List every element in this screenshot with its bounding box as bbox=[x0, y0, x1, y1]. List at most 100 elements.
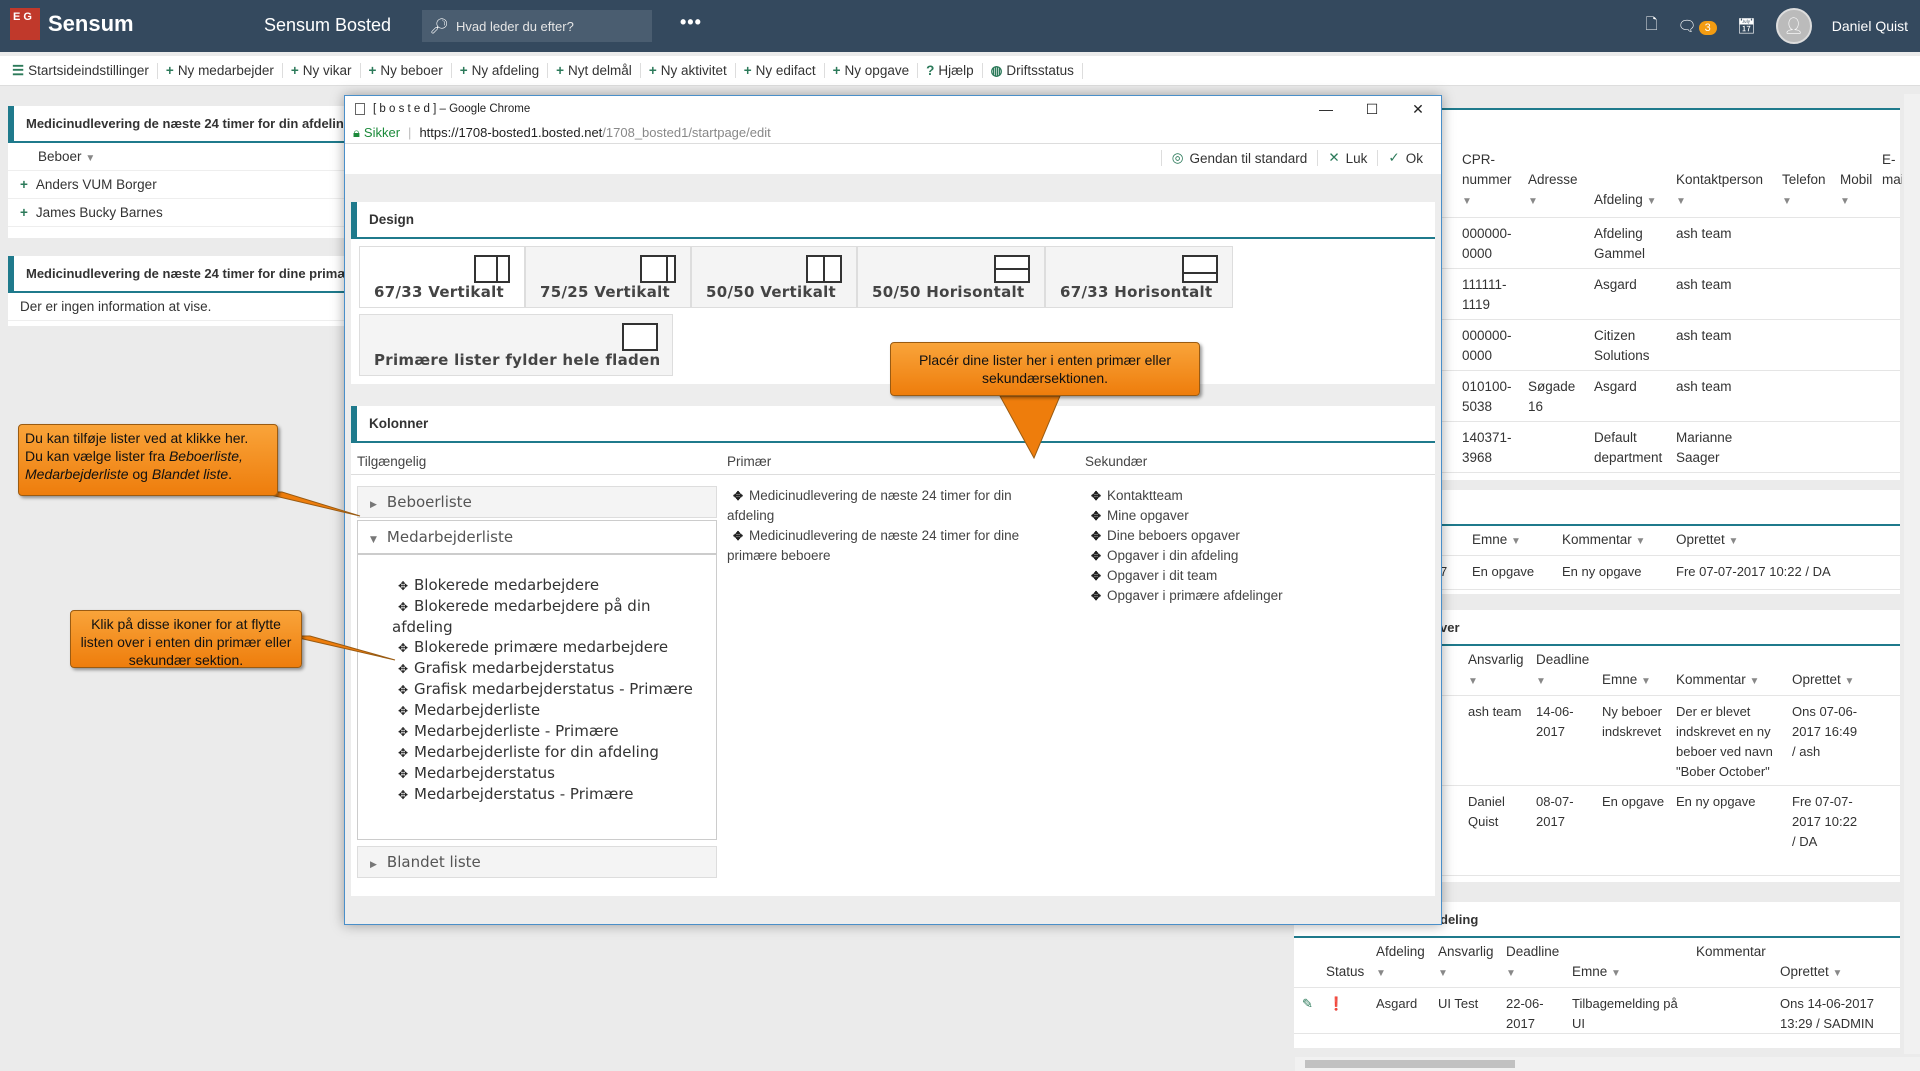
table-row[interactable]: ✎ ❗ Asgard UI Test 22-06-2017 Tilbagemel… bbox=[1294, 988, 1900, 1034]
move-icon[interactable]: ✥ bbox=[1085, 526, 1107, 546]
column-header-kontakt[interactable]: Kontaktperson ▼ bbox=[1676, 170, 1763, 212]
user-name[interactable]: Daniel Quist bbox=[1832, 18, 1908, 34]
toolbar-item[interactable]: + Nyt delmål bbox=[548, 63, 641, 78]
column-header-cpr[interactable]: CPR-nummer ▼ bbox=[1462, 150, 1518, 212]
accordion-blandet-liste[interactable]: ▶ Blandet liste bbox=[357, 846, 717, 878]
move-icon[interactable]: ✥ bbox=[392, 701, 414, 721]
layout-67-33-horizontal[interactable]: 67/33 Horisontalt bbox=[1045, 246, 1233, 308]
reset-default-button[interactable]: ◎ Gendan til standard bbox=[1160, 150, 1318, 166]
global-search[interactable]: 🔎︎ bbox=[422, 10, 652, 42]
column-header-emne[interactable]: Emne ▼ bbox=[1602, 670, 1651, 692]
columns-title: Kolonner bbox=[351, 406, 1435, 443]
column-header-afdeling[interactable]: Afdeling ▼ bbox=[1594, 190, 1656, 212]
expand-plus-icon[interactable]: + bbox=[20, 205, 28, 220]
move-icon[interactable]: ✥ bbox=[392, 638, 414, 658]
move-icon[interactable]: ✥ bbox=[392, 597, 414, 617]
layout-67-33-vertical[interactable]: 67/33 Vertikalt bbox=[359, 246, 525, 308]
column-header-afdeling[interactable]: Afdeling ▼ bbox=[1376, 942, 1425, 984]
table-row[interactable]: 000000-0000 Afdeling Gammel ash team bbox=[1420, 218, 1900, 269]
layout-75-25-vertical[interactable]: 75/25 Vertikalt bbox=[525, 246, 691, 308]
minimize-icon[interactable]: — bbox=[1303, 96, 1349, 122]
column-header-adresse[interactable]: Adresse ▼ bbox=[1528, 170, 1578, 212]
move-icon[interactable]: ✥ bbox=[727, 486, 749, 506]
close-icon[interactable]: ✕ bbox=[1395, 96, 1441, 122]
search-input[interactable] bbox=[456, 18, 636, 34]
column-header-oprettet[interactable]: Oprettet ▼ bbox=[1676, 530, 1738, 552]
table-row[interactable]: 111111-1119 Asgard ash team bbox=[1420, 269, 1900, 320]
toolbar-item[interactable]: + Ny afdeling bbox=[452, 63, 549, 78]
column-header-deadline[interactable]: Deadline ▼ bbox=[1536, 650, 1589, 692]
move-icon[interactable]: ✥ bbox=[1085, 566, 1107, 586]
layout-50-50-vertical[interactable]: 50/50 Vertikalt bbox=[691, 246, 857, 308]
scrollbar-thumb[interactable] bbox=[1305, 1060, 1515, 1068]
table-row[interactable]: ash team 14-06-2017 Ny beboer indskrevet… bbox=[1420, 696, 1900, 786]
toolbar-item[interactable]: ☰ Startsideindstillinger bbox=[4, 62, 158, 79]
user-avatar[interactable]: 👤︎ bbox=[1775, 8, 1812, 44]
column-header-ansvarlig[interactable]: Ansvarlig ▼ bbox=[1438, 942, 1494, 984]
address-bar[interactable]: 🔒︎ Sikker | https://1708-bosted1.bosted.… bbox=[345, 122, 1441, 144]
app-logo[interactable]: E G Sensum bbox=[10, 8, 134, 40]
layout-50-50-horizontal[interactable]: 50/50 Horisontalt bbox=[857, 246, 1045, 308]
column-header-status[interactable]: Status bbox=[1326, 962, 1364, 982]
page-vertical-scrollbar[interactable] bbox=[1904, 94, 1920, 1054]
column-header-kommentar[interactable]: Kommentar bbox=[1696, 942, 1766, 962]
column-header-beboer[interactable]: Beboer ▼ bbox=[8, 143, 344, 171]
table-row[interactable]: 140371-3968 Default department Marianne Sa… bbox=[1420, 422, 1900, 473]
move-icon[interactable]: ✥ bbox=[727, 526, 749, 546]
column-header-deadline[interactable]: Deadline ▼ bbox=[1506, 942, 1559, 984]
document-icon[interactable]: 🗋 bbox=[1645, 14, 1657, 39]
toolbar-item[interactable]: + Ny vikar bbox=[283, 63, 361, 78]
column-header-mobil[interactable]: Mobil ▼ bbox=[1840, 170, 1872, 212]
accordion-beboerliste[interactable]: ▶ Beboerliste bbox=[357, 486, 717, 518]
calendar-icon[interactable]: 📅︎ bbox=[1737, 17, 1756, 35]
table-row[interactable]: 000000-0000 Citizen Solutions ash team bbox=[1420, 320, 1900, 371]
column-header-ansvarlig[interactable]: Ansvarlig ▼ bbox=[1468, 650, 1524, 692]
toolbar-item[interactable]: ◍ Driftsstatus bbox=[983, 62, 1083, 79]
move-icon[interactable]: ✥ bbox=[392, 576, 414, 596]
messages-button[interactable]: 🗨︎ 3 bbox=[1678, 17, 1717, 35]
move-icon[interactable]: ✥ bbox=[392, 785, 414, 805]
toolbar-item[interactable]: + Ny medarbejder bbox=[158, 63, 283, 78]
move-icon[interactable]: ✥ bbox=[1085, 486, 1107, 506]
move-icon[interactable]: ✥ bbox=[392, 764, 414, 784]
window-titlebar[interactable]: [ b o s t e d ] – Google Chrome — ☐ ✕ bbox=[345, 96, 1441, 122]
table-row[interactable]: 7 En opgave En ny opgave Fre 07-07-2017 … bbox=[1420, 556, 1900, 590]
toolbar-item[interactable]: + Ny beboer bbox=[361, 63, 452, 78]
column-header-emne[interactable]: Emne ▼ bbox=[1572, 962, 1621, 984]
table-row[interactable]: Daniel Quist 08-07-2017 En opgave En ny … bbox=[1420, 786, 1900, 876]
page-horizontal-scrollbar[interactable] bbox=[1295, 1057, 1920, 1071]
move-icon[interactable]: ✥ bbox=[392, 659, 414, 679]
column-header-oprettet[interactable]: Oprettet ▼ bbox=[1792, 670, 1854, 692]
sort-caret-icon: ▼ bbox=[1462, 196, 1472, 207]
more-menu-button[interactable]: ••• bbox=[680, 12, 702, 33]
ok-button[interactable]: ✓ Ok bbox=[1377, 150, 1433, 166]
move-icon[interactable]: ✥ bbox=[392, 722, 414, 742]
close-button[interactable]: ✕ Luk bbox=[1317, 150, 1377, 166]
move-icon[interactable]: ✥ bbox=[392, 743, 414, 763]
table-row[interactable]: 010100-5038 Søgade 16 Asgard ash team bbox=[1420, 371, 1900, 422]
maximize-icon[interactable]: ☐ bbox=[1349, 96, 1395, 122]
column-header-kommentar[interactable]: Kommentar ▼ bbox=[1676, 670, 1759, 692]
toolbar-item[interactable]: + Ny edifact bbox=[736, 63, 825, 78]
list-item[interactable]: + James Bucky Barnes bbox=[8, 199, 344, 227]
list-item: ✥ Blokerede medarbejdere bbox=[392, 575, 708, 596]
toolbar-item[interactable]: + Ny aktivitet bbox=[641, 63, 736, 78]
move-icon[interactable]: ✥ bbox=[1085, 586, 1107, 606]
column-header-telefon[interactable]: Telefon ▼ bbox=[1782, 170, 1826, 212]
move-icon[interactable]: ✥ bbox=[1085, 546, 1107, 566]
list-item[interactable]: + Anders VUM Borger bbox=[8, 171, 344, 199]
move-icon[interactable]: ✥ bbox=[1085, 506, 1107, 526]
column-header-email[interactable]: E-mail bbox=[1882, 150, 1902, 190]
layout-primary-full[interactable]: Primære lister fylder hele fladen bbox=[359, 314, 673, 376]
toolbar-item[interactable]: + Ny opgave bbox=[825, 63, 919, 78]
accordion-medarbejderliste[interactable]: ▼ Medarbejderliste bbox=[357, 520, 717, 554]
available-header: Tilgængelig bbox=[357, 454, 427, 469]
expand-plus-icon[interactable]: + bbox=[20, 177, 28, 192]
search-icon[interactable]: 🔎︎ bbox=[422, 17, 456, 35]
move-icon[interactable]: ✥ bbox=[392, 680, 414, 700]
edit-pencil-icon[interactable]: ✎ bbox=[1302, 994, 1313, 1014]
column-header-oprettet[interactable]: Oprettet ▼ bbox=[1780, 962, 1842, 984]
toolbar-item[interactable]: ? Hjælp bbox=[918, 63, 983, 78]
column-header-emne[interactable]: Emne ▼ bbox=[1472, 530, 1521, 552]
column-header-kommentar[interactable]: Kommentar ▼ bbox=[1562, 530, 1645, 552]
